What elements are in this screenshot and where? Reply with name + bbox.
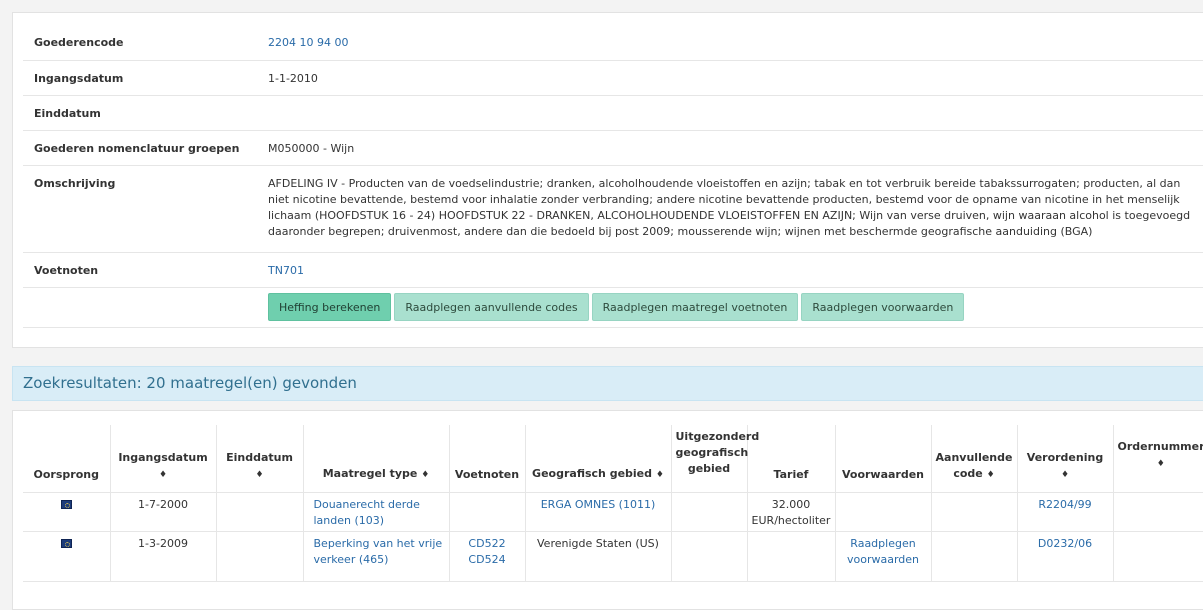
row-tariff: 32.000 EUR/hectoliter: [747, 492, 836, 532]
details-row-goods-code: Goederencode 2204 10 94 00: [23, 25, 1203, 61]
row-additional-code: [931, 492, 1018, 532]
eu-flag-icon: [60, 538, 72, 548]
details-row-nomenclature-groups: Goederen nomenclatuur groepen M050000 - …: [23, 130, 1203, 166]
measure-type-link[interactable]: Beperking van het vrije verkeer (465): [314, 537, 443, 566]
sort-icon: ♦: [421, 469, 430, 480]
details-row-start-date: Ingangsdatum 1-1-2010: [23, 60, 1203, 96]
measures-table: Oorsprong Ingangsdatum ♦ Einddatum ♦ Maa…: [23, 425, 1203, 582]
conditions-link[interactable]: Raadplegen voorwaarden: [847, 537, 919, 566]
results-count-header: Zoekresultaten: 20 maatregel(en) gevonde…: [12, 366, 1203, 401]
goods-details-panel: Goederencode 2204 10 94 00 Ingangsdatum …: [12, 12, 1203, 348]
sort-icon: ♦: [1156, 459, 1165, 469]
row-excluded-geo: [671, 531, 748, 582]
row-conditions: [835, 492, 932, 532]
row-start-date: 1-3-2009: [110, 531, 217, 582]
sort-icon: ♦: [1060, 469, 1070, 480]
eu-flag-icon: [60, 499, 72, 509]
col-order-number-header[interactable]: Ordernummer ♦: [1113, 425, 1203, 493]
details-row-description: Omschrijving AFDELING IV - Producten van…: [23, 165, 1203, 253]
footnote-link-cd522[interactable]: CD522: [468, 537, 505, 550]
row-order-number: [1113, 531, 1203, 582]
conditions-button[interactable]: Raadplegen voorwaarden: [801, 292, 965, 321]
results-panel: Oorsprong Ingangsdatum ♦ Einddatum ♦ Maa…: [12, 410, 1203, 610]
col-tariff-header: Tarief: [747, 425, 836, 493]
geo-area-link[interactable]: ERGA OMNES (1011): [541, 498, 656, 511]
col-origin-header: Oorsprong: [23, 425, 111, 493]
col-measure-type-header[interactable]: Maatregel type ♦: [303, 425, 450, 493]
row-order-number: [1113, 492, 1203, 532]
sort-icon: ♦: [255, 469, 264, 480]
measure-footnotes-button[interactable]: Raadplegen maatregel voetnoten: [591, 292, 799, 321]
additional-codes-button[interactable]: Raadplegen aanvullende codes: [394, 292, 589, 321]
nomenclature-groups-label: Goederen nomenclatuur groepen: [23, 130, 257, 166]
goods-code-label: Goederencode: [23, 25, 257, 61]
footnote-link-cd524[interactable]: CD524: [468, 553, 505, 566]
details-row-actions: Heffing berekenen Raadplegen aanvullende …: [23, 287, 1203, 328]
start-date-value: 1-1-2010: [257, 60, 1203, 96]
col-end-date-header[interactable]: Einddatum ♦: [216, 425, 304, 493]
sort-icon: ♦: [158, 469, 168, 480]
goods-details-table: Goederencode 2204 10 94 00 Ingangsdatum …: [23, 25, 1203, 328]
col-regulation-header[interactable]: Verordening ♦: [1017, 425, 1114, 493]
footnotes-label: Voetnoten: [23, 252, 257, 288]
description-label: Omschrijving: [23, 165, 257, 253]
regulation-link[interactable]: R2204/99: [1038, 498, 1091, 511]
col-conditions-header: Voorwaarden: [835, 425, 932, 493]
sort-icon: ♦: [986, 469, 995, 480]
row-excluded-geo: [671, 492, 748, 532]
row-tariff: [747, 531, 836, 582]
end-date-value: [257, 95, 1203, 131]
end-date-label: Einddatum: [23, 95, 257, 131]
col-start-date-header[interactable]: Ingangsdatum ♦: [110, 425, 217, 493]
col-geo-area-header[interactable]: Geografisch gebied ♦: [525, 425, 672, 493]
table-row: 1-7-2000 Douanerecht derde landen (103) …: [23, 492, 1203, 532]
row-start-date: 1-7-2000: [110, 492, 217, 532]
table-header-row: Oorsprong Ingangsdatum ♦ Einddatum ♦ Maa…: [23, 425, 1203, 493]
table-row: 1-3-2009 Beperking van het vrije verkeer…: [23, 531, 1203, 582]
goods-code-link[interactable]: 2204 10 94 00: [268, 36, 348, 49]
calculate-levy-button[interactable]: Heffing berekenen: [268, 292, 392, 321]
footnote-link-tn701[interactable]: TN701: [268, 264, 304, 277]
details-row-end-date: Einddatum: [23, 95, 1203, 131]
nomenclature-groups-value: M050000 - Wijn: [257, 130, 1203, 166]
action-buttons: Heffing berekenen Raadplegen aanvullende …: [257, 287, 1203, 328]
description-value: AFDELING IV - Producten van de voedselin…: [257, 165, 1203, 253]
row-end-date: [216, 531, 304, 582]
row-additional-code: [931, 531, 1018, 582]
row-end-date: [216, 492, 304, 532]
col-excluded-geo-header: Uitgezonderd geografisch gebied: [671, 425, 759, 493]
measure-type-link[interactable]: Douanerecht derde landen (103): [314, 498, 420, 527]
sort-icon: ♦: [655, 469, 664, 480]
regulation-link[interactable]: D0232/06: [1038, 537, 1092, 550]
col-footnotes-header: Voetnoten: [449, 425, 526, 493]
col-additional-code-header[interactable]: Aanvullende code ♦: [931, 425, 1018, 493]
start-date-label: Ingangsdatum: [23, 60, 257, 96]
details-row-footnotes: Voetnoten TN701: [23, 252, 1203, 288]
row-geo-area: Verenigde Staten (US): [525, 531, 672, 582]
